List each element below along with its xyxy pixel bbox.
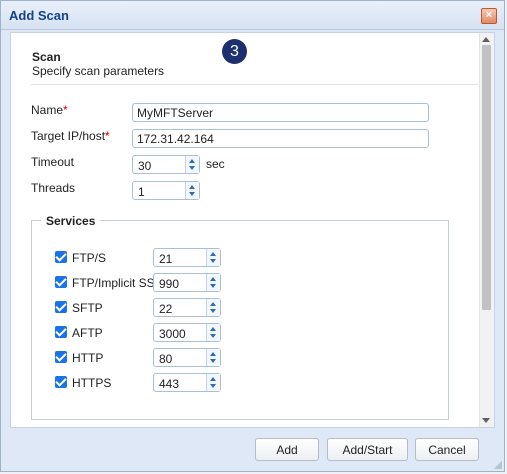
stepper-buttons[interactable]: [206, 249, 220, 266]
add-button[interactable]: Add: [255, 438, 319, 461]
cancel-button[interactable]: Cancel: [415, 438, 479, 461]
port-value: 990: [159, 277, 180, 291]
stepper-buttons[interactable]: [206, 349, 220, 366]
port-value: 80: [159, 352, 173, 366]
add-start-button[interactable]: Add/Start: [327, 438, 408, 461]
port-value: 21: [159, 252, 173, 266]
timeout-unit: sec: [206, 157, 225, 171]
timeout-value: 30: [138, 159, 152, 173]
chevron-up-icon[interactable]: [210, 277, 216, 281]
service-label: FTP/S: [72, 251, 107, 265]
name-label: Name*: [31, 103, 68, 117]
port-value: 3000: [159, 327, 186, 341]
scroll-down-icon[interactable]: [482, 418, 490, 423]
chevron-up-icon[interactable]: [210, 252, 216, 256]
timeout-label: Timeout: [31, 155, 74, 169]
service-label: AFTP: [72, 326, 103, 340]
dialog-body: 3 Scan Specify scan parameters Name* Tar…: [10, 32, 495, 428]
https-checkbox[interactable]: [55, 376, 67, 388]
required-marker: *: [105, 129, 110, 143]
http-checkbox[interactable]: [55, 351, 67, 363]
timeout-stepper[interactable]: 30: [132, 155, 200, 174]
chevron-down-icon[interactable]: [210, 284, 216, 288]
stepper-buttons[interactable]: [206, 299, 220, 316]
service-label: HTTPS: [72, 376, 112, 390]
close-icon[interactable]: ×: [481, 8, 497, 24]
chevron-up-icon[interactable]: [210, 352, 216, 356]
step-number-badge: 3: [222, 39, 247, 64]
https-port-stepper[interactable]: 443: [153, 373, 221, 392]
services-legend: Services: [41, 214, 101, 228]
section-subtitle: Specify scan parameters: [32, 64, 165, 78]
section-title: Scan: [32, 50, 61, 64]
port-value: 443: [159, 377, 180, 391]
dialog-title: Add Scan: [9, 8, 69, 23]
chevron-down-icon[interactable]: [210, 259, 216, 263]
section-divider: [31, 84, 478, 85]
stepper-buttons[interactable]: [206, 274, 220, 291]
scrollbar-thumb[interactable]: [482, 45, 491, 310]
stepper-buttons[interactable]: [206, 374, 220, 391]
dialog-footer: Add Add/Start Cancel: [1, 431, 504, 471]
stepper-buttons[interactable]: [185, 182, 199, 199]
threads-value: 1: [138, 185, 145, 199]
add-scan-dialog: Add Scan × 3 Scan Specify scan parameter…: [0, 0, 505, 472]
stepper-buttons[interactable]: [206, 324, 220, 341]
ftps-port-stepper[interactable]: 21: [153, 248, 221, 267]
chevron-up-icon[interactable]: [210, 327, 216, 331]
sftp-checkbox[interactable]: [55, 301, 67, 313]
required-marker: *: [63, 103, 68, 117]
name-field[interactable]: [132, 103, 429, 122]
stepper-buttons[interactable]: [185, 156, 199, 173]
sftp-port-stepper[interactable]: 22: [153, 298, 221, 317]
services-fieldset: [31, 220, 449, 420]
service-label: FTP/Implicit SSL: [72, 276, 162, 290]
chevron-up-icon[interactable]: [210, 302, 216, 306]
chevron-down-icon[interactable]: [189, 166, 195, 170]
http-port-stepper[interactable]: 80: [153, 348, 221, 367]
ftp-implicit-ssl-checkbox[interactable]: [55, 276, 67, 288]
chevron-down-icon[interactable]: [210, 334, 216, 338]
threads-label: Threads: [31, 181, 76, 195]
dialog-titlebar[interactable]: Add Scan ×: [1, 1, 504, 30]
target-host-field[interactable]: [132, 129, 429, 148]
chevron-up-icon[interactable]: [189, 185, 195, 189]
chevron-up-icon[interactable]: [210, 377, 216, 381]
aftp-port-stepper[interactable]: 3000: [153, 323, 221, 342]
chevron-down-icon[interactable]: [189, 192, 195, 196]
resize-grip-icon[interactable]: [494, 461, 502, 469]
chevron-up-icon[interactable]: [189, 159, 195, 163]
chevron-down-icon[interactable]: [210, 309, 216, 313]
aftp-checkbox[interactable]: [55, 326, 67, 338]
service-label: HTTP: [72, 351, 104, 365]
chevron-down-icon[interactable]: [210, 359, 216, 363]
scroll-up-icon[interactable]: [482, 37, 490, 42]
ftp-implicit-ssl-port-stepper[interactable]: 990: [153, 273, 221, 292]
ftps-checkbox[interactable]: [55, 251, 67, 263]
threads-stepper[interactable]: 1: [132, 181, 200, 200]
target-label: Target IP/host*: [31, 129, 110, 143]
port-value: 22: [159, 302, 173, 316]
chevron-down-icon[interactable]: [210, 384, 216, 388]
service-label: SFTP: [72, 301, 103, 315]
vertical-scrollbar[interactable]: [479, 33, 494, 427]
